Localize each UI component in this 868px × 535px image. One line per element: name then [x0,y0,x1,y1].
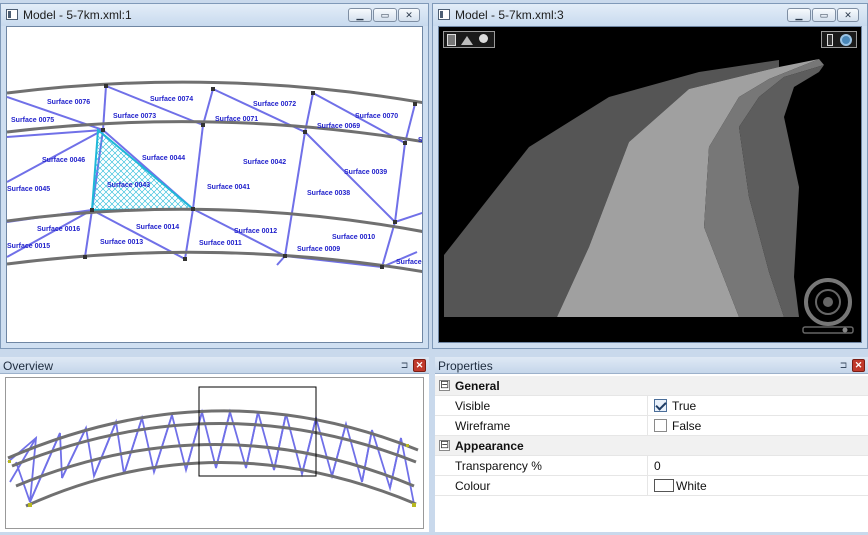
property-name: Visible [455,399,491,413]
plan-mesh-canvas[interactable]: Surface 0076 Surface 0074 Surface 0072 S… [7,27,423,343]
surface-label: Surface 0010 [332,234,375,241]
colour-value-text: White [676,479,707,493]
visible-checkbox[interactable] [654,399,667,412]
property-grid[interactable]: ⊟ General Visible True Wireframe False ⊟… [435,376,868,496]
close-button[interactable]: ✕ [837,8,859,22]
overview-mesh[interactable] [6,378,423,528]
3d-viewport[interactable] [438,26,862,343]
surface-label: Surface 0046 [42,157,85,164]
property-value[interactable]: True [654,399,696,413]
property-name: Colour [455,479,491,493]
surface-label: Surface 0016 [37,226,80,233]
surface-label: Surface 0039 [344,169,387,176]
surface-label: Surface 0073 [113,113,156,120]
terrain-icon[interactable] [461,36,473,45]
surface-label: Surface 0069 [317,123,360,130]
overview-panel[interactable]: Overview ⊐ ✕ [0,357,429,532]
model-window-3d[interactable]: Model - 5-7km.xml:3 ▁ ▭ ✕ [432,3,868,349]
close-button[interactable]: ✕ [398,8,420,22]
close-icon[interactable]: ✕ [413,359,426,372]
surface-label: Surface 0074 [150,96,193,103]
window-title: Model - 5-7km.xml:3 [455,8,564,22]
surface-label: Surface 0014 [136,224,179,231]
layer-icon[interactable] [447,34,456,46]
properties-title: Properties [438,359,493,373]
surface-label-selected: Surface 0043 [107,182,150,189]
surface-label: Surface 0072 [253,101,296,108]
property-value[interactable]: White [654,479,707,493]
collapse-icon[interactable]: ⊟ [439,380,450,391]
surface-label: Surface 0071 [215,116,258,123]
overview-title: Overview [3,359,54,373]
transparency-value[interactable]: 0 [654,459,661,473]
light-bulb-icon[interactable] [479,34,488,43]
maximize-button[interactable]: ▭ [373,8,397,22]
surface-labels: Surface 0076 Surface 0074 Surface 0072 S… [7,96,423,266]
surface-label: Surface 0041 [207,184,250,191]
selected-surface-highlight[interactable] [90,127,196,212]
property-row-wireframe[interactable]: Wireframe False [435,416,868,436]
window-title-bar[interactable]: Model - 5-7km.xml:3 ▁ ▭ ✕ [433,4,867,26]
colour-swatch[interactable] [654,479,674,492]
window-title-bar[interactable]: Model - 5-7km.xml:1 ▁ ▭ ✕ [1,4,428,26]
surface-label: Surface 0045 [7,186,50,193]
property-value[interactable]: False [654,419,701,433]
pin-icon[interactable]: ⊐ [400,360,409,370]
window-icon [6,9,18,20]
close-icon[interactable]: ✕ [852,359,865,372]
minimize-button[interactable]: ▁ [787,8,811,22]
surface-label: Surface 0042 [243,159,286,166]
model-window-plan[interactable]: Model - 5-7km.xml:1 ▁ ▭ ✕ Surface 0076 S… [0,3,429,349]
overview-header[interactable]: Overview ⊐ ✕ [0,357,429,374]
maximize-button[interactable]: ▭ [812,8,836,22]
properties-header[interactable]: Properties ⊐ ✕ [435,357,868,374]
plan-viewport[interactable]: Surface 0076 Surface 0074 Surface 0072 S… [6,26,423,343]
view-sphere-icon[interactable] [840,34,852,46]
surface-label: Surface 0070 [355,113,398,120]
visible-value-text: True [672,399,697,413]
property-name: Transparency % [455,459,542,473]
property-name: Wireframe [455,419,511,433]
surface-label: Surface 0013 [100,239,143,246]
overview-canvas-frame[interactable] [5,377,424,529]
viewport-toolbar-left[interactable] [443,31,495,48]
window-icon [438,9,450,20]
camera-marker-icon[interactable] [827,34,833,46]
navigation-dial-icon[interactable] [797,275,859,337]
surface-label: Surface 0009 [297,246,340,253]
property-row-visible[interactable]: Visible True [435,396,868,416]
category-label: Appearance [455,439,524,453]
property-row-transparency[interactable]: Transparency % 0 [435,456,868,476]
surface-label: S [418,137,423,144]
surface-label: Surface 0075 [11,117,54,124]
surface-label: Surface 0012 [234,228,277,235]
app-workspace: Model - 5-7km.xml:1 ▁ ▭ ✕ Surface 0076 S… [0,0,868,535]
window-title: Model - 5-7km.xml:1 [23,8,132,22]
surface-label: Surface 0044 [142,155,185,162]
property-row-colour[interactable]: Colour White [435,476,868,496]
wireframe-value-text: False [672,419,702,433]
pin-icon[interactable]: ⊐ [839,360,848,370]
surface-label: Surface 0076 [47,99,90,106]
surface-label: Surface [396,259,422,266]
category-label: General [455,379,500,393]
properties-panel[interactable]: Properties ⊐ ✕ ⊟ General Visible True Wi… [435,357,868,532]
category-general[interactable]: ⊟ General [435,376,868,396]
surface-label: Surface 0011 [199,240,242,247]
minimize-button[interactable]: ▁ [348,8,372,22]
surface-label: Surface 0038 [307,190,350,197]
collapse-icon[interactable]: ⊟ [439,440,450,451]
viewport-toolbar-right[interactable] [821,31,857,48]
surface-label: Surface 0015 [7,243,50,250]
category-appearance[interactable]: ⊟ Appearance [435,436,868,456]
wireframe-checkbox[interactable] [654,419,667,432]
